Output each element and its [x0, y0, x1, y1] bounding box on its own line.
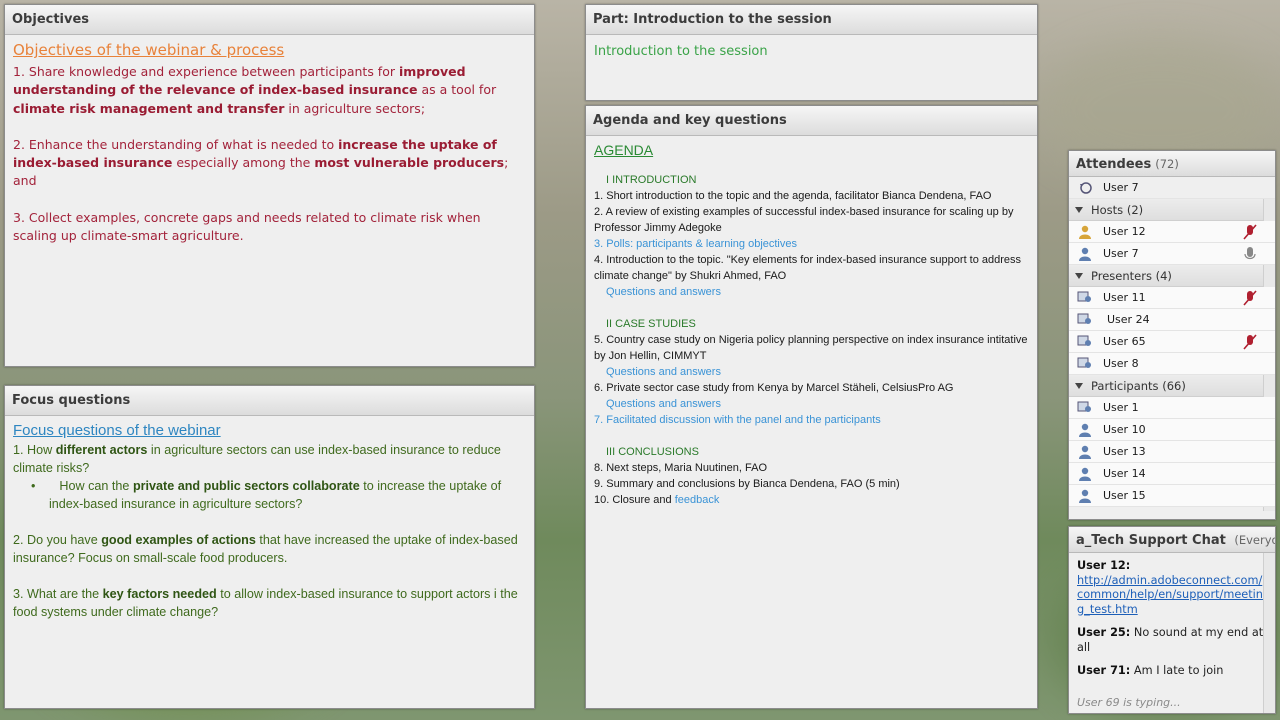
objective-3: 3. Collect examples, concrete gaps and n… [13, 209, 481, 244]
objectives-title: Objectives of the webinar & process [13, 41, 285, 59]
objective-2: 2. Enhance the understanding of what is … [13, 136, 509, 189]
agenda-item: 9. Summary and conclusions by Bianca Den… [594, 478, 900, 490]
agenda-item: 4. Introduction to the topic. "Key eleme… [594, 254, 1022, 282]
participant-user-icon [1079, 423, 1091, 437]
agenda-item: 6. Private sector case study from Kenya … [594, 382, 954, 394]
agenda-item: 10. Closure and feedback [594, 494, 720, 506]
agenda-section-introduction: I INTRODUCTION [606, 174, 697, 186]
objectives-pod: Objectives Objectives of the webinar & p… [4, 4, 535, 367]
attendee-row[interactable]: User 1 [1069, 397, 1275, 419]
chat-messages: User 12: http://admin.adobeconnect.com/c… [1069, 553, 1275, 694]
attendee-row[interactable]: User 11 [1069, 287, 1275, 309]
focus-question-3: 3. What are the key factors needed to al… [13, 587, 518, 619]
agenda-section-conclusions: III CONCLUSIONS [606, 446, 699, 458]
agenda-pod-header[interactable]: Agenda and key questions [586, 106, 1037, 136]
presenter-user-icon [1077, 401, 1091, 412]
attendees-pod: Attendees (72) User 7 Hosts (2) User 12 U… [1068, 150, 1276, 520]
presenter-user-icon [1077, 357, 1091, 368]
mic-muted-icon [1243, 224, 1257, 240]
agenda-item: 3. Polls: participants & learning object… [594, 238, 797, 250]
focus-title: Focus questions of the webinar [13, 422, 221, 439]
chat-message: User 71: Am I late to join [1077, 664, 1224, 677]
attendee-row[interactable]: User 14 [1069, 463, 1275, 485]
attendee-self[interactable]: User 7 [1069, 177, 1275, 199]
attendee-row[interactable]: User 8 [1069, 353, 1275, 375]
host-user-icon [1079, 225, 1091, 239]
chat-message: User 12: http://admin.adobeconnect.com/c… [1077, 559, 1263, 616]
typing-indicator: User 69 is typing... [1077, 696, 1181, 709]
attendee-count: (72) [1155, 157, 1179, 171]
attendee-row[interactable]: User 65 [1069, 331, 1275, 353]
hosts-group[interactable]: Hosts (2) [1069, 199, 1275, 221]
focus-text: 1. How different actors in agriculture s… [13, 441, 526, 621]
attendees-pod-header[interactable]: Attendees (72) [1069, 151, 1275, 177]
objectives-pod-header[interactable]: Objectives [5, 5, 534, 35]
presenter-user-icon [1077, 291, 1091, 302]
agenda-pod: Agenda and key questions AGENDA I INTROD… [585, 105, 1038, 709]
focus-pod-header[interactable]: Focus questions [5, 386, 534, 416]
attendee-row[interactable]: User 13 [1069, 441, 1275, 463]
objectives-text: 1. Share knowledge and experience betwee… [13, 63, 526, 245]
agenda-item: 1. Short introduction to the topic and t… [594, 190, 992, 202]
participant-user-icon [1079, 489, 1091, 503]
participant-user-icon [1079, 467, 1091, 481]
agenda-item-qa: Questions and answers [606, 286, 721, 298]
agenda-section-case-studies: II CASE STUDIES [606, 318, 696, 330]
attendee-row[interactable]: User 7 [1069, 243, 1275, 265]
part-pod: Part: Introduction to the session Introd… [585, 4, 1038, 101]
focus-question-2: 2. Do you have good examples of actions … [13, 533, 518, 565]
mic-muted-icon [1243, 334, 1257, 350]
presenter-user-icon [1077, 313, 1091, 324]
attendee-row[interactable]: User 15 [1069, 485, 1275, 507]
agenda-item: 2. A review of existing examples of succ… [594, 206, 1014, 234]
chat-pod: a_Tech Support Chat (Everyo... User 12: … [1068, 526, 1276, 714]
part-pod-header[interactable]: Part: Introduction to the session [586, 5, 1037, 35]
agenda-item: 7. Facilitated discussion with the panel… [594, 414, 881, 426]
attendee-row[interactable]: User 24 [1069, 309, 1275, 331]
agenda-list: I INTRODUCTION 1. Short introduction to … [594, 172, 1029, 508]
chat-message: User 25: No sound at my end at all [1077, 626, 1264, 654]
agenda-item-qa: Questions and answers [606, 398, 721, 410]
chat-pod-header[interactable]: a_Tech Support Chat (Everyo... [1069, 527, 1275, 553]
presenter-user-icon [1077, 335, 1091, 346]
mic-muted-icon [1243, 290, 1257, 306]
presenters-group[interactable]: Presenters (4) [1069, 265, 1275, 287]
agenda-title: AGENDA [594, 142, 654, 158]
focus-question-1-sub: • How can the private and public sectors … [31, 479, 502, 511]
user-refresh-icon [1080, 181, 1092, 194]
agenda-item: 5. Country case study on Nigeria policy … [594, 334, 1028, 362]
chat-scope[interactable]: (Everyo... [1234, 533, 1275, 547]
chat-link[interactable]: http://admin.adobeconnect.com/common/hel… [1077, 574, 1263, 616]
participant-user-icon [1079, 445, 1091, 459]
attendee-row[interactable]: User 12 [1069, 221, 1275, 243]
feedback-link[interactable]: feedback [675, 494, 720, 506]
participants-group[interactable]: Participants (66) [1069, 375, 1275, 397]
focus-question-1: 1. How different actors in agriculture s… [13, 443, 501, 475]
agenda-item: 8. Next steps, Maria Nuutinen, FAO [594, 462, 768, 474]
objective-1: 1. Share knowledge and experience betwee… [13, 64, 497, 116]
mic-on-icon [1244, 247, 1256, 260]
agenda-item-qa: Questions and answers [606, 366, 721, 378]
attendee-row[interactable]: User 10 [1069, 419, 1275, 441]
chat-scrollbar[interactable] [1263, 553, 1275, 713]
host-user-icon [1079, 247, 1091, 261]
part-title: Introduction to the session [594, 44, 768, 59]
focus-questions-pod: Focus questions Focus questions of the w… [4, 385, 535, 709]
